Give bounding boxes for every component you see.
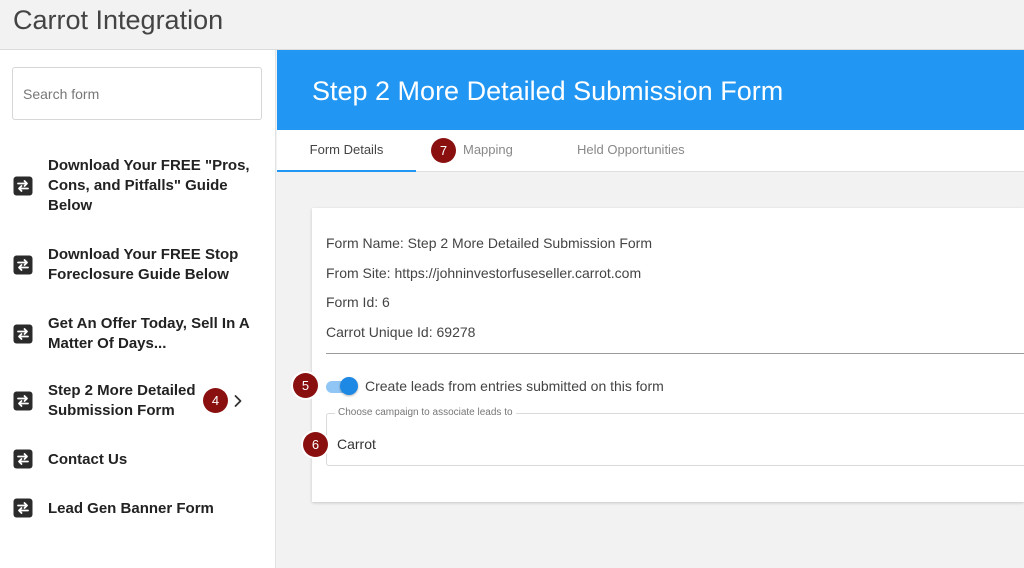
campaign-select-legend: Choose campaign to associate leads to: [335, 407, 516, 418]
annotation-badge: 7: [431, 138, 456, 163]
form-name-text: Form Name: Step 2 More Detailed Submissi…: [326, 235, 652, 251]
search-box: [12, 67, 262, 120]
page-title: Step 2 More Detailed Submission Form: [312, 76, 784, 106]
app-title: Carrot Integration: [13, 5, 224, 35]
sidebar-item-contact-us[interactable]: Contact Us: [0, 449, 275, 471]
sidebar-item-label: Download Your FREE Stop Foreclosure Guid…: [48, 246, 239, 283]
sidebar-item-label: Get An Offer Today, Sell In A Matter Of …: [48, 315, 250, 352]
form-id-text: Form Id: 6: [326, 294, 390, 310]
tab-bar: Form Details Mapping Held Opportunities: [277, 130, 1024, 172]
sidebar: Download Your FREE "Pros, Cons, and Pitf…: [0, 50, 276, 568]
sidebar-item-label: Lead Gen Banner Form: [48, 500, 214, 517]
divider: [326, 353, 1024, 354]
sidebar-item-pros-cons-guide[interactable]: Download Your FREE "Pros, Cons, and Pitf…: [0, 156, 275, 218]
sidebar-item-label: Download Your FREE "Pros, Cons, and Pitf…: [48, 157, 250, 214]
campaign-select[interactable]: Choose campaign to associate leads to Ca…: [326, 407, 1024, 466]
tab-form-details[interactable]: Form Details: [277, 130, 416, 172]
sidebar-item-label: Step 2 More Detailed Submission Form: [48, 382, 196, 419]
annotation-badge: 6: [303, 432, 328, 457]
from-site-text: From Site: https://johninvestorfuseselle…: [326, 265, 642, 281]
sidebar-item-step-2-form[interactable]: Step 2 More Detailed Submission Form: [0, 381, 275, 423]
toggle-thumb: [340, 377, 358, 395]
form-details-card: Form Name: Step 2 More Detailed Submissi…: [312, 208, 1024, 502]
annotation-badge: 4: [203, 388, 228, 413]
page-header: Step 2 More Detailed Submission Form: [277, 50, 1024, 130]
chevron-right-icon: [234, 395, 242, 407]
sidebar-item-lead-gen-banner[interactable]: Lead Gen Banner Form: [0, 498, 275, 520]
form-swap-icon: [13, 498, 33, 518]
form-swap-icon: [13, 255, 33, 275]
tab-held-opportunities[interactable]: Held Opportunities: [577, 130, 685, 172]
carrot-unique-id-text: Carrot Unique Id: 69278: [326, 324, 476, 340]
tab-mapping[interactable]: Mapping: [463, 130, 513, 172]
main-panel: Step 2 More Detailed Submission Form For…: [277, 50, 1024, 568]
search-input[interactable]: [13, 68, 261, 119]
form-swap-icon: [13, 391, 33, 411]
form-swap-icon: [13, 324, 33, 344]
create-leads-toggle[interactable]: [326, 377, 358, 395]
campaign-select-value: Carrot: [337, 436, 376, 452]
create-leads-label: Create leads from entries submitted on t…: [365, 378, 664, 394]
form-swap-icon: [13, 449, 33, 469]
annotation-badge: 5: [293, 373, 318, 398]
sidebar-item-get-an-offer[interactable]: Get An Offer Today, Sell In A Matter Of …: [0, 314, 275, 356]
form-swap-icon: [13, 176, 33, 196]
app-header: Carrot Integration: [0, 0, 1024, 50]
sidebar-item-label: Contact Us: [48, 451, 128, 468]
sidebar-item-stop-foreclosure-guide[interactable]: Download Your FREE Stop Foreclosure Guid…: [0, 245, 275, 287]
